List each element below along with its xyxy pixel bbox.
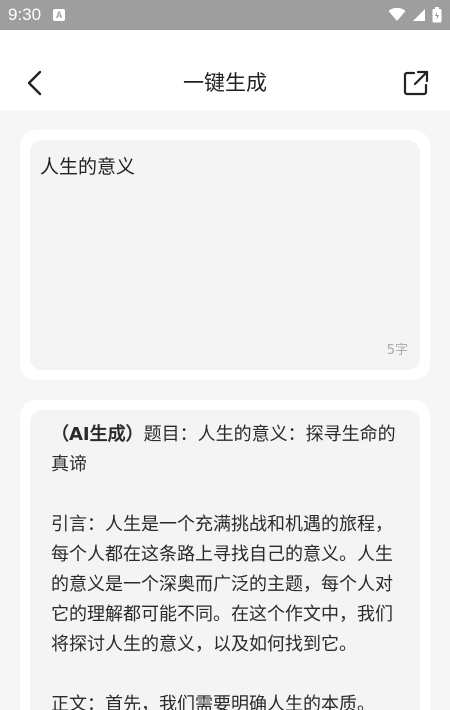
topic-input-panel: 人生的意义 5字 — [20, 130, 430, 380]
status-icons — [388, 7, 442, 23]
result-content: （AI生成）题目：人生的意义：探寻生命的真谛 引言：人生是一个充满挑战和机遇的旅… — [30, 410, 420, 710]
topic-input[interactable]: 人生的意义 5字 — [30, 140, 420, 370]
result-body: 题目：人生的意义：探寻生命的真谛 引言：人生是一个充满挑战和机遇的旅程，每个人都… — [51, 424, 396, 710]
a-icon: A — [53, 9, 66, 21]
battery-icon — [432, 7, 442, 23]
wifi-icon — [388, 8, 406, 21]
ai-generated-tag: （AI生成） — [51, 424, 144, 445]
app-header: 一键生成 — [0, 30, 450, 110]
status-bar: 9:30 A — [0, 0, 450, 30]
external-link-icon[interactable] — [402, 69, 430, 97]
signal-icon — [413, 9, 425, 21]
result-panel: （AI生成）题目：人生的意义：探寻生命的真谛 引言：人生是一个充满挑战和机遇的旅… — [20, 400, 430, 710]
result-text: （AI生成）题目：人生的意义：探寻生命的真谛 引言：人生是一个充满挑战和机遇的旅… — [30, 410, 420, 710]
page-title: 一键生成 — [183, 71, 267, 95]
status-time: 9:30 — [8, 5, 42, 24]
char-count: 5字 — [386, 343, 408, 358]
topic-input-value[interactable]: 人生的意义 — [40, 152, 135, 179]
